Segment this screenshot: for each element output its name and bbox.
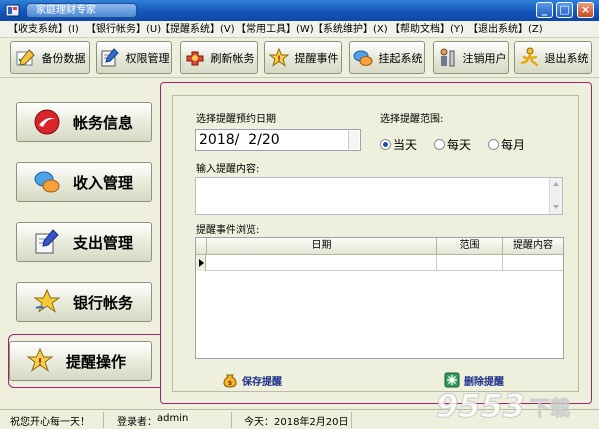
pencil-note-icon — [101, 47, 119, 66]
nav-button-reminders[interactable]: ! 提醒操作 — [9, 341, 152, 381]
suspend-system-label: 挂起系统 — [378, 51, 423, 65]
range-radio-daily-label: 每天 — [447, 138, 472, 152]
reminder-range-label: 选择提醒范围: — [380, 114, 444, 125]
chat-bubbles-icon — [353, 50, 372, 66]
status-greeting: 祝您开心每一天！ — [10, 417, 90, 428]
minimize-button[interactable]: _ — [536, 2, 553, 18]
status-user-label: 登录者： — [117, 417, 157, 428]
svg-text:!: ! — [37, 356, 42, 369]
nav-button-account-info[interactable]: 帐务信息 — [16, 102, 152, 142]
status-user-name: admin — [157, 413, 189, 424]
reminder-browse-label: 提醒事件浏览: — [196, 225, 260, 236]
menu-item-exit[interactable]: 【退出系统】(Z) — [466, 22, 543, 37]
grid-header-corner — [196, 238, 206, 255]
pencil-check-icon — [16, 48, 35, 66]
exit-system-button[interactable]: 退出系统 — [514, 41, 592, 74]
red-swoosh-icon — [34, 109, 60, 135]
status-today-date: 今天：2018年2月20日 — [244, 417, 349, 428]
backup-data-button[interactable]: 备份数据 — [10, 41, 90, 74]
nav-label-reminders: 提醒操作 — [66, 352, 127, 371]
scroll-down-icon[interactable] — [553, 205, 559, 209]
nav-label-bank-accounts: 银行帐务 — [73, 293, 134, 312]
grid-cell-divider — [502, 255, 503, 271]
save-reminder-label: 保存提醒 — [242, 376, 282, 388]
grid-cell-divider — [436, 255, 437, 271]
svg-text:9553: 9553 — [436, 387, 525, 425]
reminder-content-label: 输入提醒内容: — [196, 164, 260, 175]
svg-text:下载: 下载 — [530, 396, 570, 420]
radio-selected-icon — [380, 139, 391, 150]
svg-text:!: ! — [276, 55, 280, 65]
alert-star-icon: ! — [26, 347, 54, 372]
site-watermark-logo: 9553 下载 — [435, 386, 570, 425]
status-divider — [103, 412, 104, 428]
refresh-accounts-label: 刷新帐务 — [210, 51, 255, 65]
save-reminder-button[interactable]: $ 保存提醒 — [222, 372, 282, 388]
running-man-icon — [520, 47, 538, 66]
nav-button-bank-accounts[interactable]: 银行帐务 — [16, 282, 152, 322]
menu-item-income-expense[interactable]: 【收支系统】(I) — [6, 22, 80, 37]
scroll-up-icon[interactable] — [553, 182, 559, 186]
toolbar: 备份数据 权限管理 刷新帐务 ! 提醒事件 挂起系统 注销用户 退出系统 — [0, 38, 599, 78]
grid-header: 日期 范围 提醒内容 — [196, 238, 563, 255]
close-button[interactable]: × — [577, 2, 594, 18]
menu-item-bank-accounts[interactable]: 【银行帐务】(U) — [84, 22, 161, 37]
menu-item-reminder-system[interactable]: 【提醒系统】(V) — [158, 22, 235, 37]
nav-label-expense: 支出管理 — [73, 233, 134, 252]
app-icon — [5, 4, 20, 17]
radio-unselected-icon — [434, 139, 445, 150]
maximize-button[interactable]: □ — [556, 2, 573, 18]
star-icon — [33, 288, 61, 313]
refresh-puzzle-icon — [186, 51, 203, 65]
status-divider — [351, 412, 352, 428]
pencil-note-icon — [35, 229, 59, 254]
range-radio-today[interactable]: 当天 — [380, 136, 417, 153]
nav-button-income[interactable]: 收入管理 — [16, 162, 152, 202]
reminder-date-picker[interactable]: 2018/ 2/20 — [195, 129, 361, 151]
nav-button-expense[interactable]: 支出管理 — [16, 222, 152, 262]
grid-header-content[interactable]: 提醒内容 — [502, 238, 563, 255]
current-row-icon — [199, 259, 204, 267]
user-logout-icon — [440, 48, 454, 66]
table-row[interactable] — [196, 255, 563, 271]
chat-bubbles-icon — [34, 171, 60, 193]
menu-item-help[interactable]: 【帮助文档】(Y) — [388, 22, 464, 37]
menu-item-tools[interactable]: 【常用工具】(W) — [234, 22, 314, 37]
money-bag-icon: $ — [223, 374, 237, 388]
nav-label-account-info: 帐务信息 — [73, 113, 134, 132]
content-scrollbar[interactable] — [549, 178, 562, 214]
svg-text:$: $ — [228, 380, 232, 387]
date-dropdown-button[interactable] — [348, 131, 359, 149]
radio-unselected-icon — [488, 139, 499, 150]
menu-item-maintenance[interactable]: 【系统维护】(X) — [311, 22, 388, 37]
reminder-date-label: 选择提醒预约日期 — [196, 114, 276, 125]
title-bar: 家庭理财专家 _ □ × — [0, 0, 599, 21]
reminder-events-button[interactable]: ! 提醒事件 — [264, 41, 342, 74]
permission-management-label: 权限管理 — [125, 51, 170, 65]
range-radio-daily[interactable]: 每天 — [434, 136, 471, 153]
nav-label-income: 收入管理 — [73, 173, 134, 192]
permission-management-button[interactable]: 权限管理 — [96, 41, 172, 74]
status-divider — [231, 412, 232, 428]
reminder-events-label: 提醒事件 — [294, 51, 339, 65]
alert-star-icon: ! — [268, 47, 289, 67]
window-title: 家庭理财专家 — [26, 3, 137, 18]
menu-bar: 【收支系统】(I) 【银行帐务】(U) 【提醒系统】(V) 【常用工具】(W) … — [0, 21, 599, 38]
suspend-system-button[interactable]: 挂起系统 — [349, 41, 425, 74]
reminder-content-input[interactable] — [195, 177, 563, 215]
logout-user-label: 注销用户 — [462, 51, 507, 65]
grid-header-date[interactable]: 日期 — [206, 238, 436, 255]
exit-system-label: 退出系统 — [544, 51, 589, 65]
range-radio-today-label: 当天 — [393, 138, 418, 152]
backup-data-label: 备份数据 — [41, 51, 86, 65]
range-radio-monthly[interactable]: 每月 — [488, 136, 525, 153]
refresh-accounts-button[interactable]: 刷新帐务 — [180, 41, 258, 74]
logout-user-button[interactable]: 注销用户 — [433, 41, 509, 74]
grid-header-range[interactable]: 范围 — [436, 238, 502, 255]
range-radio-monthly-label: 每月 — [501, 138, 526, 152]
